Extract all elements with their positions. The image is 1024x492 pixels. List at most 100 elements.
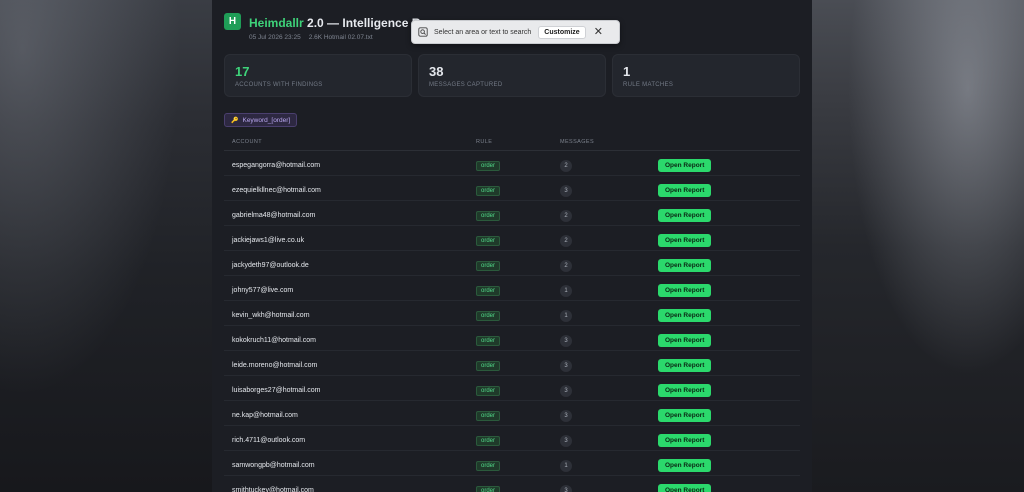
action-cell: Open Report bbox=[658, 179, 800, 197]
rule-tag: order bbox=[476, 236, 501, 246]
stat-label: RULE MATCHES bbox=[623, 82, 674, 88]
account-cell: ne.kap@hotmail.com bbox=[224, 404, 476, 422]
action-cell: Open Report bbox=[658, 354, 800, 372]
messages-cell: 1 bbox=[560, 304, 658, 322]
account-cell: jackydeth97@outlook.de bbox=[224, 254, 476, 272]
messages-cell: 3 bbox=[560, 329, 658, 347]
action-cell: Open Report bbox=[658, 254, 800, 272]
account-email: leide.moreno@hotmail.com bbox=[232, 362, 318, 369]
rule-cell: order bbox=[476, 179, 560, 197]
rule-cell: order bbox=[476, 279, 560, 297]
account-email: luisaborges27@hotmail.com bbox=[232, 387, 321, 394]
action-cell: Open Report bbox=[658, 454, 800, 472]
table-row: kokokruch11@hotmail.com order 3 Open Report bbox=[224, 326, 800, 351]
rule-tag: order bbox=[476, 286, 501, 296]
table-row: espegangorra@hotmail.com order 2 Open Repor… bbox=[224, 151, 800, 176]
table-row: luisaborges27@hotmail.com order 3 Open Repo… bbox=[224, 376, 800, 401]
rule-cell: order bbox=[476, 204, 560, 222]
account-email: jackydeth97@outlook.de bbox=[232, 262, 309, 269]
open-report-button[interactable]: Open Report bbox=[658, 334, 712, 347]
rule-cell: order bbox=[476, 354, 560, 372]
blurred-background-right bbox=[799, 0, 1024, 492]
table-row: johny577@live.com order 1 Open Report bbox=[224, 276, 800, 301]
open-report-button[interactable]: Open Report bbox=[658, 159, 712, 172]
account-cell: luisaborges27@hotmail.com bbox=[224, 379, 476, 397]
visual-search-icon bbox=[418, 27, 428, 37]
message-count: 3 bbox=[560, 185, 572, 197]
account-email: samwongpb@hotmail.com bbox=[232, 462, 315, 469]
report-meta: 05 Jul 2026 23:25 2.6K Hotmail 02.07.txt bbox=[249, 34, 373, 41]
open-report-button[interactable]: Open Report bbox=[658, 359, 712, 372]
filter-label: Keyword_[order] bbox=[242, 116, 291, 124]
account-cell: smithtuckey@hotmail.com bbox=[224, 479, 476, 492]
stat-card-accounts: 17 ACCOUNTS WITH FINDINGS bbox=[224, 54, 412, 97]
action-cell: Open Report bbox=[658, 204, 800, 222]
rule-cell: order bbox=[476, 304, 560, 322]
open-report-button[interactable]: Open Report bbox=[658, 484, 712, 492]
message-count: 2 bbox=[560, 160, 572, 172]
stat-value: 1 bbox=[623, 64, 631, 79]
rule-tag: order bbox=[476, 211, 501, 221]
rule-tag: order bbox=[476, 311, 501, 321]
open-report-button[interactable]: Open Report bbox=[658, 434, 712, 447]
message-count: 3 bbox=[560, 435, 572, 447]
rule-tag: order bbox=[476, 336, 501, 346]
action-cell: Open Report bbox=[658, 329, 800, 347]
table-row: ne.kap@hotmail.com order 3 Open Report bbox=[224, 401, 800, 426]
open-report-button[interactable]: Open Report bbox=[658, 284, 712, 297]
stat-card-messages: 38 MESSAGES CAPTURED bbox=[418, 54, 606, 97]
rule-tag: order bbox=[476, 411, 501, 421]
keyword-filter-chip[interactable]: 🔑 Keyword_[order] bbox=[224, 113, 298, 127]
table-row: jackiejaws1@live.co.uk order 2 Open Report bbox=[224, 226, 800, 251]
messages-cell: 2 bbox=[560, 229, 658, 247]
table-header: ACCOUNT RULE MESSAGES bbox=[224, 134, 800, 151]
messages-cell: 3 bbox=[560, 354, 658, 372]
rule-tag: order bbox=[476, 386, 501, 396]
rule-cell: order bbox=[476, 254, 560, 272]
stat-label: MESSAGES CAPTURED bbox=[429, 82, 503, 88]
close-icon[interactable]: ✕ bbox=[594, 26, 603, 38]
message-count: 2 bbox=[560, 260, 572, 272]
rule-tag: order bbox=[476, 261, 501, 271]
message-count: 2 bbox=[560, 210, 572, 222]
findings-table: ACCOUNT RULE MESSAGES espegangorra@hotma… bbox=[224, 134, 800, 492]
open-report-button[interactable]: Open Report bbox=[658, 409, 712, 422]
open-report-button[interactable]: Open Report bbox=[658, 209, 712, 222]
open-report-button[interactable]: Open Report bbox=[658, 234, 712, 247]
messages-cell: 3 bbox=[560, 179, 658, 197]
account-email: espegangorra@hotmail.com bbox=[232, 162, 321, 169]
open-report-button[interactable]: Open Report bbox=[658, 459, 712, 472]
visual-search-prompt: Select an area or text to search bbox=[434, 28, 532, 36]
rule-cell: order bbox=[476, 429, 560, 447]
message-count: 3 bbox=[560, 360, 572, 372]
table-row: gabrielma48@hotmail.com order 2 Open Report bbox=[224, 201, 800, 226]
rule-cell: order bbox=[476, 404, 560, 422]
logo-badge: H bbox=[224, 13, 241, 30]
account-cell: kokokruch11@hotmail.com bbox=[224, 329, 476, 347]
message-count: 1 bbox=[560, 310, 572, 322]
account-email: ezequielkllnec@hotmail.com bbox=[232, 187, 321, 194]
stat-value: 17 bbox=[235, 64, 250, 79]
account-email: johny577@live.com bbox=[232, 287, 294, 294]
rule-cell: order bbox=[476, 229, 560, 247]
key-icon: 🔑 bbox=[231, 117, 239, 124]
blurred-background-left bbox=[0, 0, 225, 492]
customize-button[interactable]: Customize bbox=[538, 25, 586, 39]
column-header-account: ACCOUNT bbox=[232, 139, 262, 145]
open-report-button[interactable]: Open Report bbox=[658, 384, 712, 397]
account-email: rich.4711@outlook.com bbox=[232, 437, 306, 444]
message-count: 2 bbox=[560, 235, 572, 247]
rule-cell: order bbox=[476, 454, 560, 472]
rule-tag: order bbox=[476, 486, 501, 492]
open-report-button[interactable]: Open Report bbox=[658, 184, 712, 197]
action-cell: Open Report bbox=[658, 229, 800, 247]
rule-cell: order bbox=[476, 379, 560, 397]
visual-search-bar[interactable]: Select an area or text to search Customi… bbox=[411, 20, 620, 44]
column-header-messages: MESSAGES bbox=[560, 139, 595, 145]
account-cell: espegangorra@hotmail.com bbox=[224, 154, 476, 172]
account-cell: leide.moreno@hotmail.com bbox=[224, 354, 476, 372]
open-report-button[interactable]: Open Report bbox=[658, 259, 712, 272]
open-report-button[interactable]: Open Report bbox=[658, 309, 712, 322]
action-cell: Open Report bbox=[658, 279, 800, 297]
account-email: ne.kap@hotmail.com bbox=[232, 412, 298, 419]
